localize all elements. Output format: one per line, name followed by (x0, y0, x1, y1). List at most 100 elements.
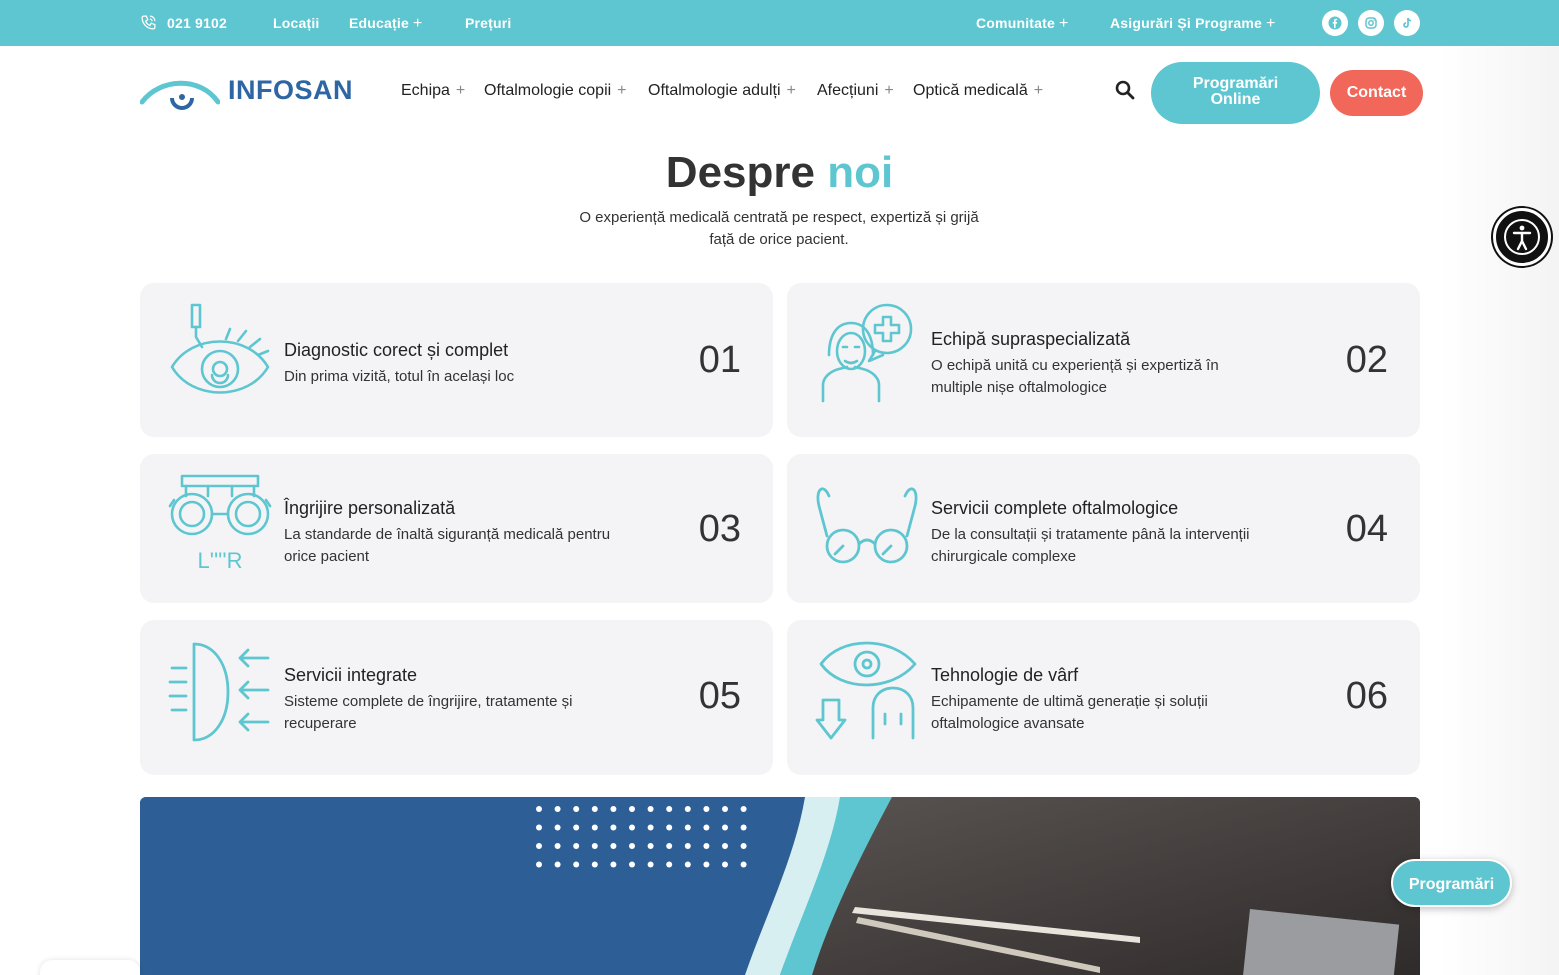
tiktok-icon[interactable] (1394, 10, 1420, 36)
trial-frame-label: L''''R (198, 548, 243, 573)
floating-programari-button[interactable]: Programări (1391, 859, 1512, 907)
lens-light-icon (168, 642, 270, 742)
top-link-asigurari[interactable]: Asigurări Și Programe + (1110, 0, 1276, 46)
accessibility-icon (1504, 219, 1540, 255)
top-link-asigurari-label: Asigurări Și Programe (1110, 15, 1263, 31)
nav-oftalmologie-adulti-label: Oftalmologie adulți (648, 82, 781, 99)
banner-dot (666, 824, 673, 831)
banner-dot (554, 861, 561, 868)
feature-desc: Din prima vizită, totul în același loc (284, 368, 515, 385)
banner-dot (647, 861, 654, 868)
feature-desc: De la consultații și tratamente până la … (931, 526, 1250, 565)
banner-dot (629, 824, 635, 831)
banner-dot (703, 843, 710, 849)
nav-optica-medicala[interactable]: Optică medicală + (913, 82, 1043, 100)
banner-dot (684, 806, 691, 812)
plus-icon: + (455, 82, 466, 99)
plus-icon: + (617, 82, 627, 99)
banner-dot (554, 824, 561, 831)
feature-card-5: Servicii integrate Sisteme complete de î… (140, 620, 773, 775)
banner-dot (740, 824, 747, 831)
banner-dot (610, 806, 617, 812)
accessibility-button[interactable] (1493, 208, 1551, 266)
banner-dot (703, 861, 710, 868)
plus-icon: + (1059, 15, 1069, 32)
eye-exam-icon (170, 303, 270, 394)
feature-number: 02 (1345, 339, 1388, 381)
banner-dot (666, 806, 673, 812)
chat-widget[interactable] (40, 960, 140, 975)
nav-oftalmologie-adulti[interactable]: Oftalmologie adulți + (648, 82, 796, 100)
instagram-icon[interactable] (1358, 10, 1384, 36)
banner-dot (722, 843, 728, 849)
top-link-comunitate-label: Comunitate (976, 15, 1055, 31)
nav-echipa[interactable]: Echipa + (401, 82, 465, 100)
trial-frame-icon: L''''R (168, 474, 272, 573)
nav-optica-medicala-label: Optică medicală (913, 82, 1028, 99)
top-link-educatie[interactable]: Educație + (349, 0, 423, 46)
hero-banner (140, 797, 1420, 975)
feature-title: Servicii integrate (284, 665, 418, 685)
phone-number: 021 9102 (167, 15, 227, 31)
logo[interactable]: INFOSAN (140, 70, 353, 114)
top-link-educatie-label: Educație (349, 15, 409, 31)
phone-icon (141, 15, 156, 30)
feature-title: Tehnologie de vârf (931, 665, 1079, 685)
banner-dot (554, 806, 561, 812)
programari-online-button[interactable]: Programări Online (1151, 62, 1320, 124)
banner-dot (554, 843, 561, 849)
nav-echipa-label: Echipa (401, 82, 450, 99)
feature-number: 03 (698, 508, 741, 550)
banner-dot (722, 806, 728, 812)
banner-dot (703, 806, 710, 812)
nav-afectiuni[interactable]: Afecțiuni + (817, 82, 894, 100)
page-title-main: Despre (665, 148, 815, 197)
facebook-icon[interactable] (1322, 10, 1348, 36)
banner-dot (536, 806, 542, 812)
feature-number: 04 (1345, 508, 1388, 550)
nav-afectiuni-label: Afecțiuni (817, 82, 879, 99)
banner-dot (573, 843, 580, 849)
feature-desc: O echipă unită cu experiență și expertiz… (931, 357, 1219, 396)
top-bar: 021 9102 Locații Educație + Prețuri Comun… (0, 0, 1559, 46)
plus-icon: + (1033, 82, 1044, 99)
nav-oftalmologie-copii-label: Oftalmologie copii (484, 82, 612, 99)
feature-number: 05 (698, 675, 741, 717)
banner-dot (740, 843, 747, 849)
banner-dot (740, 861, 747, 868)
feature-card-1: Diagnostic corect și complet Din prima v… (140, 283, 773, 437)
banner-dot (647, 806, 654, 812)
feature-desc: La standarde de înaltă siguranță medical… (284, 526, 611, 565)
feature-title: Îngrijire personalizată (284, 498, 456, 518)
eye-scan-icon (815, 641, 917, 740)
nav-oftalmologie-copii[interactable]: Oftalmologie copii + (484, 82, 627, 100)
top-link-comunitate[interactable]: Comunitate + (976, 0, 1069, 46)
feature-title: Echipă supraspecializată (931, 329, 1131, 349)
banner-dot (684, 824, 691, 831)
banner-dot (610, 824, 617, 831)
contact-button[interactable]: Contact (1330, 70, 1423, 116)
logo-text: INFOSAN (228, 75, 353, 105)
feature-card-3: L''''R Îngrijire personalizată La standa… (140, 454, 773, 603)
banner-dot (591, 806, 598, 812)
banner-dot (684, 843, 691, 849)
feature-desc: Echipamente de ultimă generație și soluț… (931, 693, 1208, 732)
banner-dot (536, 824, 542, 831)
banner-dot (629, 806, 635, 812)
feature-number: 01 (698, 339, 741, 381)
top-link-preturi[interactable]: Prețuri (465, 0, 512, 46)
banner-dot (536, 861, 542, 868)
banner-dot (610, 861, 617, 868)
phone-link[interactable]: 021 9102 (140, 0, 227, 46)
logo-eye-icon (140, 80, 220, 110)
banner-dot (703, 824, 710, 831)
banner-dot (722, 861, 728, 868)
banner-dot (647, 824, 654, 831)
feature-number: 06 (1345, 675, 1388, 717)
banner-dot (610, 843, 617, 849)
feature-desc: Sisteme complete de îngrijire, tratament… (284, 693, 573, 732)
search-icon[interactable] (1115, 80, 1135, 105)
banner-dot (536, 843, 542, 849)
page-title-accent: noi (827, 148, 894, 197)
top-link-locatii[interactable]: Locații (273, 0, 320, 46)
